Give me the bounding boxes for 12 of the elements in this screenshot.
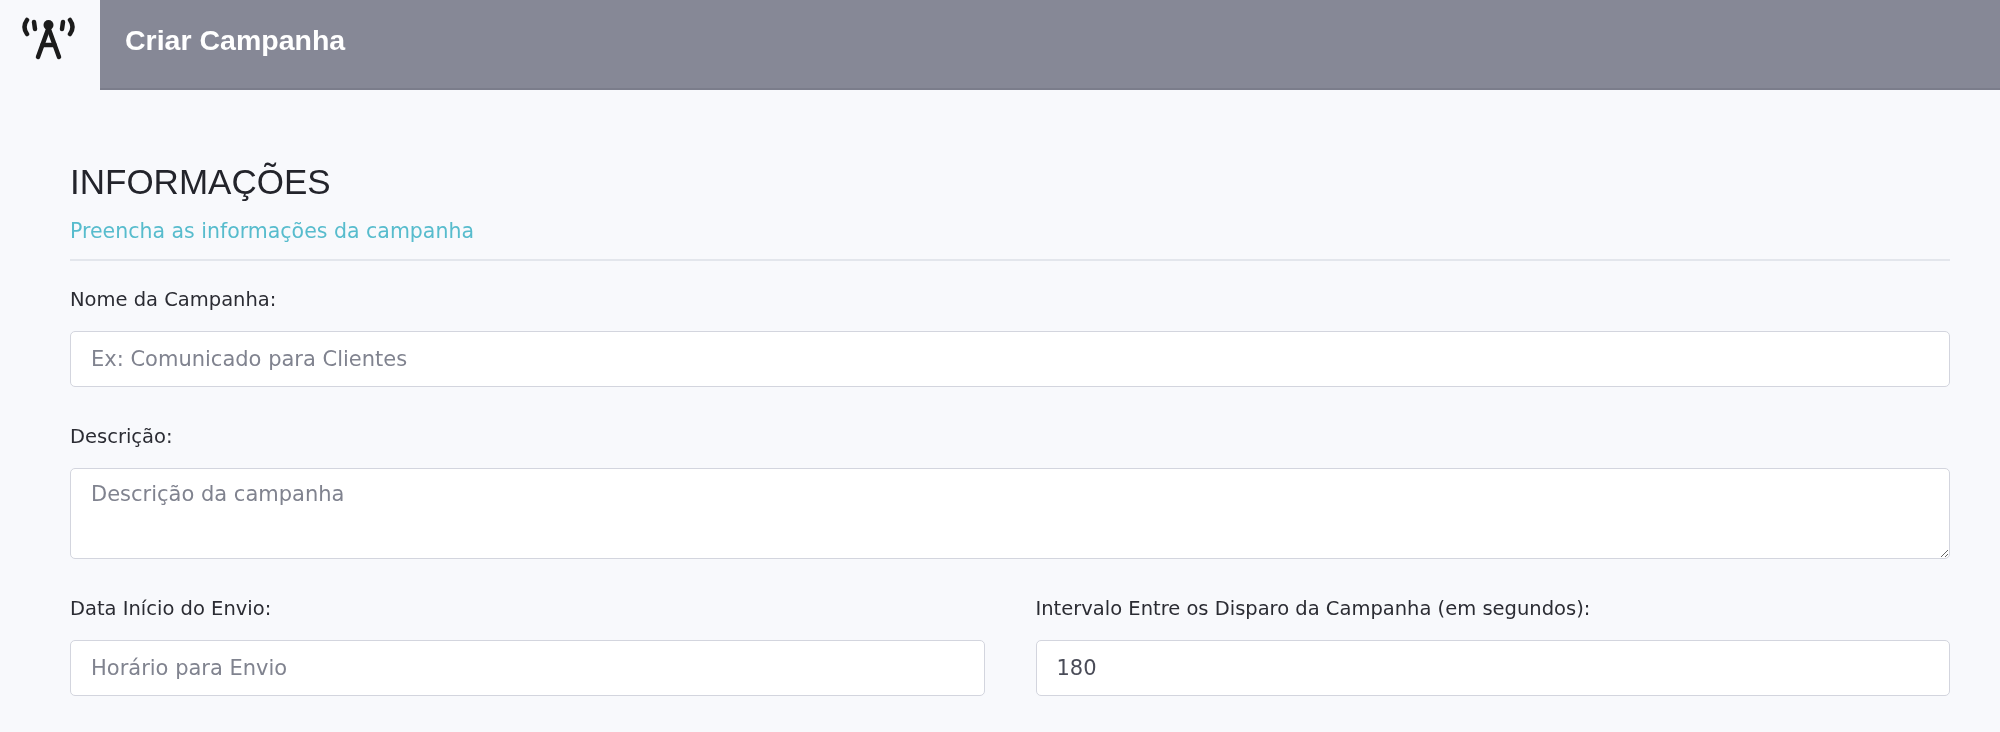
section-title: INFORMAÇÕES (70, 162, 332, 202)
field-label: Descrição: (70, 425, 174, 449)
section-subtitle: Preencha as informações da campanha (70, 218, 475, 244)
field-label: Data Início do Envio: (70, 597, 273, 621)
page-title: Criar Campanha (125, 23, 346, 57)
input-field[interactable]: Ex: Comunicado para Clientes (70, 331, 1950, 387)
field-label: Intervalo Entre os Disparo da Campanha (em segundos): (1035, 597, 1592, 621)
field-label: Nome da Campanha: (70, 288, 278, 312)
text-area[interactable]: Descrição da campanha (70, 468, 1950, 559)
antenna-icon (20, 16, 77, 60)
input-field[interactable]: 180 (1035, 640, 1950, 696)
input-field[interactable]: Horário para Envio (70, 640, 985, 696)
